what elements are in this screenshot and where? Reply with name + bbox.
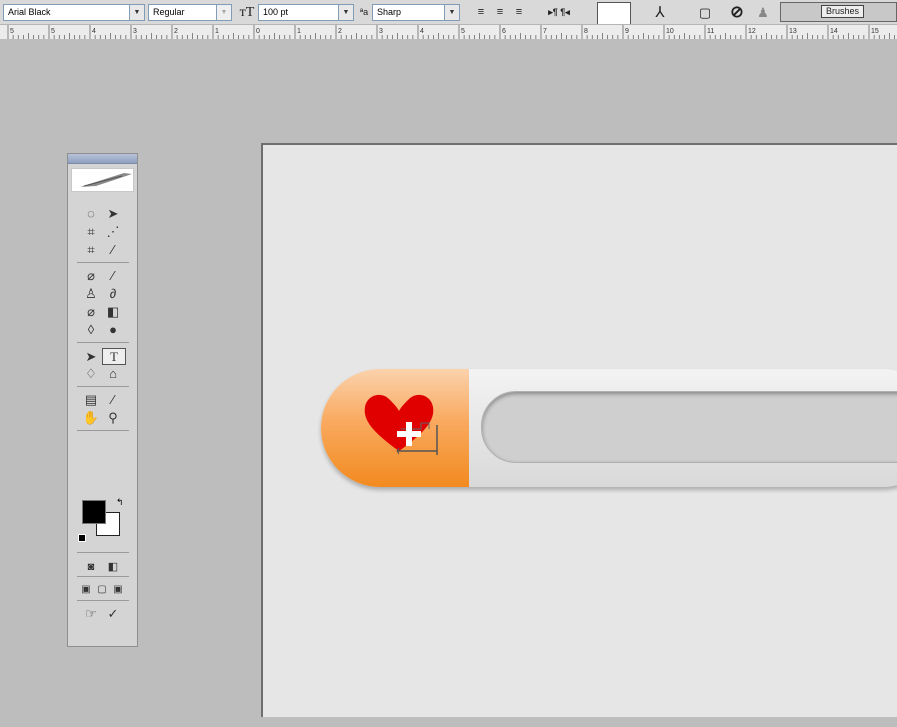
blur-icon[interactable]: ◊ (80, 322, 102, 337)
eraser-icon[interactable]: ⌀ (80, 304, 102, 319)
shape-icon[interactable]: ⌂ (102, 366, 124, 381)
ruler-label: 5 (461, 28, 465, 35)
ruler-label: 2 (174, 28, 178, 35)
ruler-label: 7 (543, 28, 547, 35)
orange-cap (321, 369, 469, 487)
align-center-icon[interactable]: ≡ (492, 4, 508, 21)
ruler-label: 9 (625, 28, 629, 35)
marquee-icon[interactable]: ◌ (80, 206, 102, 221)
crop-icon[interactable]: ⌗ (80, 242, 102, 257)
anti-alias-value: Sharp (377, 7, 402, 17)
commit-icon[interactable]: ♟ (752, 4, 774, 21)
font-style-value: Regular (153, 7, 185, 17)
ruler-ticks: 5 5 4 3 2 1 0 1 2 3 4 5 6 7 8 9 10 11 12 13 14 15 (7, 25, 895, 39)
ruler-label: 3 (133, 28, 137, 35)
foreground-color-swatch[interactable] (82, 500, 106, 524)
tools-panel: ◌ ➤ ⌗ ⋰ ⌗ ⁄ ⌀ ∕ ♙ ∂ ⌀ ◧ ◊ ● ➤ T ♢ ⌂ ▤ ∕ ✋ ⚲ ↰ ◙ ◧ ▣ ▢… (67, 153, 138, 647)
text-color-swatch[interactable] (597, 2, 631, 26)
ruler-label: 1 (215, 28, 219, 35)
eyedropper-icon[interactable]: ∕ (102, 392, 124, 407)
zoom-icon[interactable]: ⚲ (102, 410, 124, 425)
ruler-label: 14 (830, 28, 838, 35)
history-brush-icon[interactable]: ∂ (102, 286, 124, 301)
type-tool-icon[interactable]: T (102, 348, 126, 365)
brush-icon[interactable]: ∕ (102, 268, 124, 283)
font-family-value: Arial Black (8, 7, 51, 17)
slice-icon[interactable]: ⁄ (102, 242, 124, 257)
ruler-label: 5 (51, 28, 55, 35)
ruler-label: 2 (338, 28, 342, 35)
tools-panel-titlebar[interactable] (68, 154, 137, 164)
ruler-label: 13 (789, 28, 797, 35)
magic-wand-icon[interactable]: ⋰ (102, 224, 124, 239)
screen-mode-full-icon[interactable]: ▣ (110, 582, 126, 597)
search-field[interactable] (481, 391, 897, 463)
ruler-label: 0 (256, 28, 260, 35)
gradient-icon[interactable]: ◧ (102, 304, 124, 319)
text-direction-icon[interactable]: ▸¶ ¶◂ (532, 4, 586, 21)
options-bar: Arial Black ▼ Regular ▼ ᴛT 100 pt ▼ ªa S… (0, 0, 897, 39)
align-left-icon[interactable]: ≡ (473, 4, 489, 21)
chevron-down-icon[interactable]: ▼ (129, 5, 144, 20)
jump-to-imageready-icon[interactable]: ☞ (80, 606, 102, 621)
ruler-label: 10 (666, 28, 674, 35)
dodge-icon[interactable]: ● (102, 322, 124, 337)
move-icon[interactable]: ➤ (102, 206, 124, 221)
default-colors-icon[interactable] (78, 534, 86, 542)
ruler-label: 11 (707, 28, 714, 35)
search-bar-graphic (321, 369, 897, 487)
ruler-label: 5 (10, 28, 14, 35)
cancel-icon[interactable]: ⊘ (726, 4, 748, 21)
hand-icon[interactable]: ✋ (80, 410, 102, 425)
clone-stamp-icon[interactable]: ♙ (80, 286, 102, 301)
font-size-select[interactable]: 100 pt ▼ (258, 4, 354, 21)
brushes-label: Brushes (820, 5, 865, 18)
document-canvas[interactable] (261, 143, 897, 717)
ruler-label: 15 (871, 28, 879, 35)
screen-mode-menus-icon[interactable]: ▢ (94, 582, 110, 597)
ruler-label: 12 (748, 28, 756, 35)
screen-mode-standard-icon[interactable]: ▣ (78, 582, 94, 597)
swap-colors-icon[interactable]: ↰ (116, 497, 124, 508)
standard-mode-icon[interactable]: ◙ (80, 560, 102, 575)
quick-mask-icon[interactable]: ◧ (102, 560, 124, 575)
lasso-icon[interactable]: ⌗ (80, 224, 102, 239)
font-size-icon: ᴛT (239, 5, 255, 20)
anti-alias-icon: ªa (359, 7, 369, 17)
checkmark-icon[interactable]: ✓ (102, 606, 124, 621)
font-family-select[interactable]: Arial Black ▼ (3, 4, 145, 21)
font-style-select[interactable]: Regular ▼ (148, 4, 232, 21)
warp-text-icon[interactable]: ⅄ (648, 4, 672, 21)
adobe-feather-logo[interactable] (71, 168, 134, 192)
ruler-label: 4 (92, 28, 96, 35)
align-right-icon[interactable]: ≡ (511, 4, 527, 21)
pen-icon[interactable]: ♢ (80, 366, 102, 381)
ruler-label: 6 (502, 28, 506, 35)
healing-brush-icon[interactable]: ⌀ (80, 268, 102, 283)
chevron-down-icon[interactable]: ▼ (444, 5, 459, 20)
font-size-value: 100 pt (263, 7, 289, 17)
ruler-label: 8 (584, 28, 588, 35)
notes-icon[interactable]: ▤ (80, 392, 102, 407)
path-selection-icon[interactable]: ➤ (80, 349, 102, 364)
anti-alias-select[interactable]: Sharp ▼ (372, 4, 460, 21)
ruler-label: 1 (297, 28, 301, 35)
ruler-label: 4 (420, 28, 424, 35)
brushes-button[interactable]: Brushes (780, 2, 897, 22)
chevron-down-icon[interactable]: ▼ (338, 5, 353, 20)
character-palette-icon[interactable]: ▢ (695, 4, 715, 21)
chevron-down-icon[interactable]: ▼ (216, 5, 231, 20)
horizontal-ruler: 5 5 4 3 2 1 0 1 2 3 4 5 6 7 8 9 10 11 12 13 14 15 (0, 24, 897, 39)
heart-cross-logo (364, 394, 438, 455)
ruler-label: 3 (379, 28, 383, 35)
